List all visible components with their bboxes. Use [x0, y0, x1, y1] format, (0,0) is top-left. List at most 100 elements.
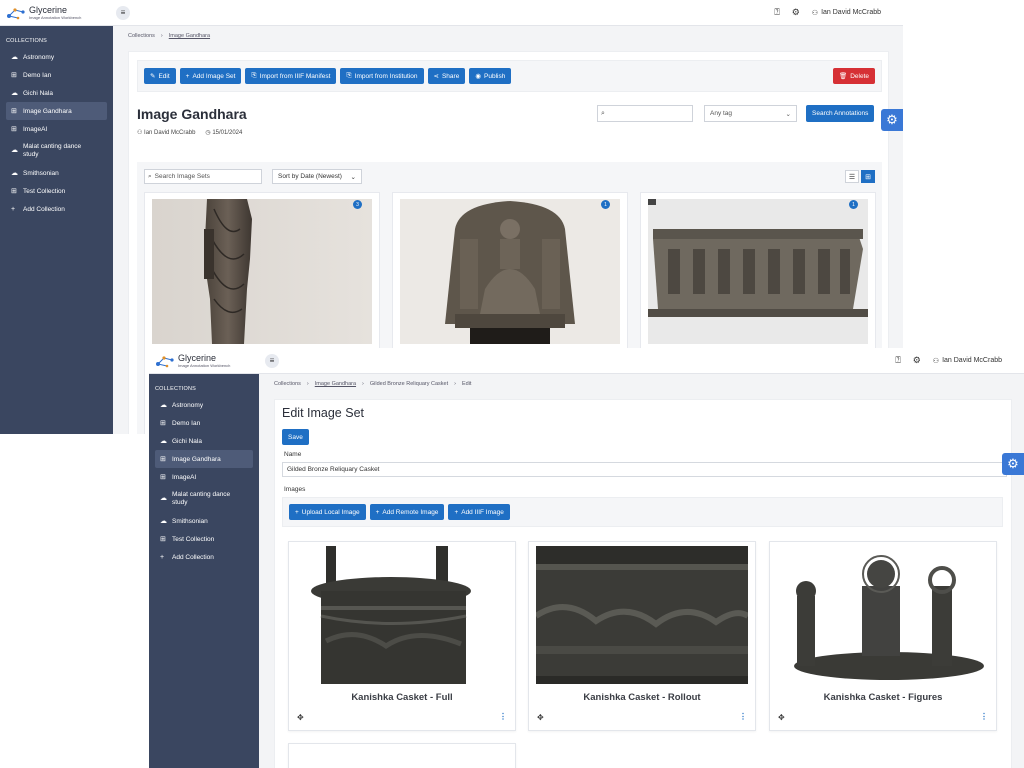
sidebar-item-label: Smithsonian [172, 517, 208, 525]
settings-gear-icon[interactable]: ⚙ [1002, 453, 1024, 475]
drag-handle-icon[interactable]: ✥ [778, 713, 785, 722]
search-image-sets-input[interactable]: ⌕ Search Image Sets [144, 169, 262, 184]
hamburger-icon[interactable]: ≡ [265, 353, 279, 368]
user-menu[interactable]: ⚇ Ian David McCrabb [812, 9, 881, 17]
tag-select[interactable]: Any tag ⌄ [704, 105, 797, 122]
more-options-icon[interactable]: ⋮ [739, 712, 747, 721]
sidebar-item-gichi-nala[interactable]: ☁ Gichi Nala [6, 84, 107, 102]
share-button[interactable]: ⋖ Share [427, 68, 466, 84]
sidebar-item-demo-ian[interactable]: ⊞ Demo Ian [155, 414, 253, 432]
sidebar-item-smithsonian[interactable]: ☁ Smithsonian [155, 512, 253, 530]
sidebar-item-label: Gichi Nala [23, 89, 53, 97]
sidebar-item-imageai[interactable]: ⊞ ImageAI [6, 120, 107, 138]
image-set-thumbnail[interactable] [152, 199, 372, 344]
image-card[interactable]: Kanishka Casket - Full ✥ ⋮ [288, 541, 516, 731]
gear-icon[interactable]: ⚙ [913, 355, 921, 366]
breadcrumb-edit: Edit [461, 381, 472, 387]
user-icon: ⚇ [137, 130, 145, 136]
sidebar-item-malat[interactable]: ☁ Malat canting dance study [6, 138, 107, 164]
add-image-set-label: Add Image Set [192, 72, 236, 80]
image-thumbnail[interactable] [536, 546, 748, 684]
grid-icon: ⊞ [160, 456, 166, 463]
sort-select-value: Sort by Date (Newest) [278, 173, 342, 180]
cloud-icon: ☁ [11, 90, 18, 97]
edit-button[interactable]: ✎ Edit [144, 68, 176, 84]
publish-button[interactable]: ◉ Publish [469, 68, 512, 84]
sidebar-item-label: Demo Ian [23, 71, 52, 79]
image-card[interactable]: Kanishka Casket - Rollout ✥ ⋮ [528, 541, 756, 731]
settings-gear-icon[interactable]: ⚙ [881, 109, 903, 131]
cloud-icon: ☁ [160, 402, 167, 409]
drag-handle-icon[interactable]: ✥ [297, 713, 304, 722]
add-remote-label: Add Remote Image [382, 508, 439, 516]
image-card[interactable] [288, 743, 516, 768]
search-annotations-button[interactable]: Search Annotations [806, 105, 875, 122]
page-title: Image Gandhara [137, 106, 247, 122]
breadcrumb-image-set[interactable]: Gilded Bronze Reliquary Casket [370, 381, 448, 387]
sidebar-item-label: Smithsonian [23, 169, 59, 177]
sidebar-item-add-collection[interactable]: + Add Collection [155, 548, 253, 566]
app-logo[interactable]: Glycerine Image Annotation Workbench [155, 353, 265, 368]
breadcrumb-image-gandhara[interactable]: Image Gandhara [169, 33, 210, 39]
created-date: ◷ 15/01/2024 [205, 129, 242, 136]
breadcrumb-collections[interactable]: Collections [128, 33, 155, 39]
sidebar-item-imageai[interactable]: ⊞ ImageAI [155, 468, 253, 486]
app-title: Glycerine [29, 4, 68, 15]
seated-buddha-image [400, 199, 620, 344]
grid-view-icon[interactable]: ⊞ [861, 170, 875, 183]
top-bar: Glycerine Image Annotation Workbench ≡ ⍰… [149, 348, 1024, 374]
hamburger-icon[interactable]: ≡ [116, 5, 130, 20]
sidebar-item-image-gandhara[interactable]: ⊞ Image Gandhara [6, 102, 107, 120]
sort-select[interactable]: Sort by Date (Newest) ⌄ [272, 169, 362, 184]
save-button[interactable]: Save [282, 429, 309, 445]
drag-handle-icon[interactable]: ✥ [537, 713, 544, 722]
breadcrumb: Collections › Image Gandhara [113, 26, 903, 46]
import-institution-label: Import from Institution [354, 72, 418, 80]
sidebar-item-gichi-nala[interactable]: ☁ Gichi Nala [155, 432, 253, 450]
image-thumbnail[interactable] [296, 546, 508, 684]
image-set-thumbnail[interactable] [400, 199, 620, 344]
edit-window: Glycerine Image Annotation Workbench ≡ ⍰… [149, 348, 1024, 768]
more-options-icon[interactable]: ⋮ [980, 712, 988, 721]
gear-icon[interactable]: ⚙ [792, 7, 800, 18]
add-remote-image-button[interactable]: + Add Remote Image [369, 504, 445, 520]
sidebar-item-label: Astronomy [23, 53, 55, 61]
annotation-search-input[interactable]: ⌕ [597, 105, 693, 122]
breadcrumb-collections[interactable]: Collections [274, 381, 301, 387]
sidebar-item-astronomy[interactable]: ☁ Astronomy [6, 48, 107, 66]
sidebar-item-label: ImageAI [172, 473, 197, 481]
import-institution-button[interactable]: ⎘ Import from Institution [340, 68, 424, 84]
more-options-icon[interactable]: ⋮ [499, 712, 507, 721]
name-input[interactable]: Gilded Bronze Reliquary Casket [282, 462, 1007, 477]
help-circle-icon[interactable]: ⍰ [774, 7, 779, 18]
edit-button-label: Edit [158, 72, 170, 80]
sidebar-item-astronomy[interactable]: ☁ Astronomy [155, 396, 253, 414]
casket-partial-image [296, 748, 508, 768]
sidebar-item-test-collection[interactable]: ⊞ Test Collection [155, 530, 253, 548]
sidebar-item-test-collection[interactable]: ⊞ Test Collection [6, 182, 107, 200]
list-view-icon[interactable]: ☰ [845, 170, 859, 183]
image-thumbnail[interactable] [777, 546, 989, 684]
sidebar-item-smithsonian[interactable]: ☁ Smithsonian [6, 164, 107, 182]
relief-frieze-image [648, 199, 868, 344]
sidebar-item-malat[interactable]: ☁ Malat canting dance study [155, 486, 253, 512]
add-iiif-image-button[interactable]: + Add IIIF Image [448, 504, 510, 520]
breadcrumb-image-gandhara[interactable]: Image Gandhara [315, 381, 356, 387]
app-logo[interactable]: Glycerine Image Annotation Workbench [6, 4, 116, 20]
plus-icon: + [185, 72, 190, 80]
delete-button[interactable]: 🗑 Delete [832, 68, 875, 84]
import-icon: ⎘ [251, 72, 257, 79]
sidebar-item-image-gandhara[interactable]: ⊞ Image Gandhara [155, 450, 253, 468]
image-thumbnail[interactable] [296, 748, 508, 768]
image-set-thumbnail[interactable] [648, 199, 868, 344]
image-card[interactable]: Kanishka Casket - Figures ✥ ⋮ [769, 541, 997, 731]
cloud-icon: ☁ [11, 146, 18, 154]
upload-local-image-button[interactable]: + Upload Local Image [289, 504, 366, 520]
help-circle-icon[interactable]: ⍰ [895, 355, 900, 366]
add-image-set-button[interactable]: + Add Image Set [179, 68, 242, 84]
import-iiif-button[interactable]: ⎘ Import from IIIF Manifest [245, 68, 337, 84]
sidebar-item-label: ImageAI [23, 125, 48, 133]
user-menu[interactable]: ⚇ Ian David McCrabb [933, 357, 1002, 365]
sidebar-item-demo-ian[interactable]: ⊞ Demo Ian [6, 66, 107, 84]
sidebar-item-add-collection[interactable]: + Add Collection [6, 200, 107, 218]
